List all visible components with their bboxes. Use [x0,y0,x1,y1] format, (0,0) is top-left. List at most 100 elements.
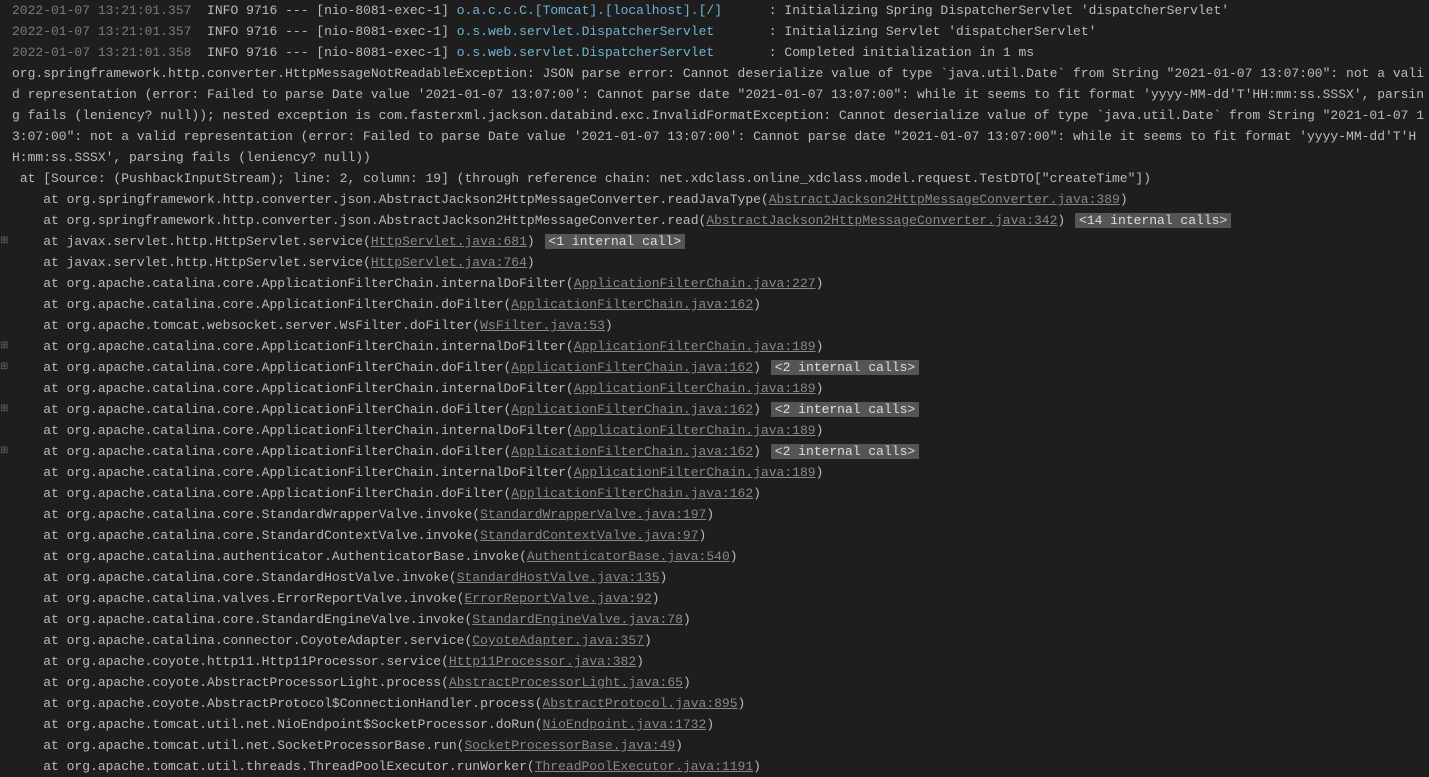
stack-frame: at org.apache.catalina.valves.ErrorRepor… [12,588,1429,609]
source-link[interactable]: SocketProcessorBase.java:49 [465,738,676,753]
internal-calls-badge[interactable]: <2 internal calls> [771,444,919,459]
stack-frame: at org.apache.catalina.core.ApplicationF… [12,336,1429,357]
internal-calls-badge[interactable]: <2 internal calls> [771,360,919,375]
fold-expand-icon [0,672,12,693]
fold-expand-icon[interactable]: ⊞ [0,357,12,378]
log-level: INFO [207,3,238,18]
stack-frame: at org.apache.tomcat.util.net.SocketProc… [12,735,1429,756]
stack-text: at org.apache.catalina.core.ApplicationF… [12,276,574,291]
stack-text: ) [753,444,761,459]
stack-text: at org.apache.catalina.authenticator.Aut… [12,549,527,564]
stack-frame: at org.apache.catalina.core.StandardWrap… [12,504,1429,525]
source-link[interactable]: ApplicationFilterChain.java:189 [574,381,816,396]
stack-frame: at org.apache.catalina.core.ApplicationF… [12,273,1429,294]
source-link[interactable]: CoyoteAdapter.java:357 [472,633,644,648]
pid: 9716 [246,45,277,60]
stack-text: at org.apache.catalina.core.ApplicationF… [12,360,511,375]
fold-expand-icon [0,0,12,21]
stack-text: ) [753,486,761,501]
stack-text: at org.apache.catalina.core.ApplicationF… [12,423,574,438]
stack-text: at org.apache.catalina.core.StandardEngi… [12,612,472,627]
fold-expand-icon [0,756,12,777]
source-link[interactable]: ApplicationFilterChain.java:227 [574,276,816,291]
timestamp: 2022-01-07 13:21:01.358 [12,45,191,60]
fold-expand-icon [0,378,12,399]
source-link[interactable]: AbstractJackson2HttpMessageConverter.jav… [769,192,1120,207]
source-link[interactable]: StandardContextValve.java:97 [480,528,698,543]
fold-expand-icon[interactable]: ⊞ [0,336,12,357]
source-link[interactable]: NioEndpoint.java:1732 [543,717,707,732]
source-link[interactable]: ApplicationFilterChain.java:189 [574,423,816,438]
source-link[interactable]: ApplicationFilterChain.java:189 [574,339,816,354]
stack-text: at org.apache.catalina.core.ApplicationF… [12,297,511,312]
exception-source: at [Source: (PushbackInputStream); line:… [12,168,1429,189]
stack-text: ) [636,654,644,669]
fold-expand-icon [0,651,12,672]
fold-expand-icon[interactable]: ⊞ [0,231,12,252]
internal-calls-badge[interactable]: <14 internal calls> [1075,213,1231,228]
stack-frame: at org.apache.tomcat.util.threads.Thread… [12,756,1429,777]
source-link[interactable]: ApplicationFilterChain.java:162 [511,297,753,312]
fold-expand-icon[interactable]: ⊞ [0,399,12,420]
stack-text: ) [1057,213,1065,228]
source-link[interactable]: ApplicationFilterChain.java:162 [511,486,753,501]
stack-text: at org.springframework.http.converter.js… [12,192,769,207]
message: Completed initialization in 1 ms [784,45,1034,60]
fold-expand-icon [0,735,12,756]
source-link[interactable]: ApplicationFilterChain.java:162 [511,402,753,417]
source-link[interactable]: StandardHostValve.java:135 [457,570,660,585]
stack-frame: at org.apache.catalina.core.ApplicationF… [12,441,1429,462]
stack-frame: at org.apache.coyote.AbstractProtocol$Co… [12,693,1429,714]
timestamp: 2022-01-07 13:21:01.357 [12,24,191,39]
stack-text: at org.apache.catalina.connector.CoyoteA… [12,633,472,648]
stack-frame: at org.apache.catalina.core.ApplicationF… [12,357,1429,378]
stack-text: at org.apache.coyote.http11.Http11Proces… [12,654,449,669]
source-link[interactable]: Http11Processor.java:382 [449,654,636,669]
internal-calls-badge[interactable]: <1 internal call> [545,234,686,249]
stack-frame: at org.apache.catalina.core.ApplicationF… [12,378,1429,399]
fold-expand-icon [0,504,12,525]
fold-expand-icon [0,147,12,168]
source-link[interactable]: ApplicationFilterChain.java:162 [511,444,753,459]
source-link[interactable]: AbstractJackson2HttpMessageConverter.jav… [706,213,1057,228]
stack-text: ) [706,717,714,732]
stack-text: ) [816,423,824,438]
fold-expand-icon [0,588,12,609]
thread: [nio-8081-exec-1] [316,24,449,39]
stack-text: ) [675,738,683,753]
stack-text: at org.apache.catalina.core.StandardWrap… [12,507,480,522]
stack-text: ) [699,528,707,543]
source-link[interactable]: AbstractProtocol.java:895 [543,696,738,711]
log-line: 2022-01-07 13:21:01.357 INFO 9716 --- [n… [12,21,1429,42]
stack-text: at org.apache.tomcat.util.threads.Thread… [12,759,535,774]
source-link[interactable]: WsFilter.java:53 [480,318,605,333]
source-link[interactable]: AbstractProcessorLight.java:65 [449,675,683,690]
source-link[interactable]: ApplicationFilterChain.java:189 [574,465,816,480]
exception-message: org.springframework.http.converter.HttpM… [12,63,1429,168]
stack-text: at org.apache.tomcat.websocket.server.Ws… [12,318,480,333]
pid: 9716 [246,3,277,18]
stack-text: ) [652,591,660,606]
source-link[interactable]: StandardEngineValve.java:78 [472,612,683,627]
internal-calls-badge[interactable]: <2 internal calls> [771,402,919,417]
stack-text: ) [753,297,761,312]
source-link[interactable]: StandardWrapperValve.java:197 [480,507,706,522]
source-link[interactable]: ErrorReportValve.java:92 [465,591,652,606]
stack-text: at org.apache.catalina.core.ApplicationF… [12,486,511,501]
source-link[interactable]: ApplicationFilterChain.java:162 [511,360,753,375]
stack-text: at org.springframework.http.converter.js… [12,213,706,228]
stack-text: ) [816,381,824,396]
fold-expand-icon[interactable]: ⊞ [0,441,12,462]
stack-frame: at org.apache.tomcat.websocket.server.Ws… [12,315,1429,336]
stack-text: at org.apache.catalina.core.ApplicationF… [12,381,574,396]
source-link[interactable]: AuthenticatorBase.java:540 [527,549,730,564]
thread: [nio-8081-exec-1] [316,3,449,18]
fold-expand-icon [0,567,12,588]
stack-text: at org.apache.catalina.core.ApplicationF… [12,402,511,417]
fold-expand-icon [0,315,12,336]
stack-text: ) [706,507,714,522]
stack-text: ) [816,276,824,291]
source-link[interactable]: HttpServlet.java:681 [371,234,527,249]
source-link[interactable]: ThreadPoolExecutor.java:1191 [535,759,753,774]
source-link[interactable]: HttpServlet.java:764 [371,255,527,270]
